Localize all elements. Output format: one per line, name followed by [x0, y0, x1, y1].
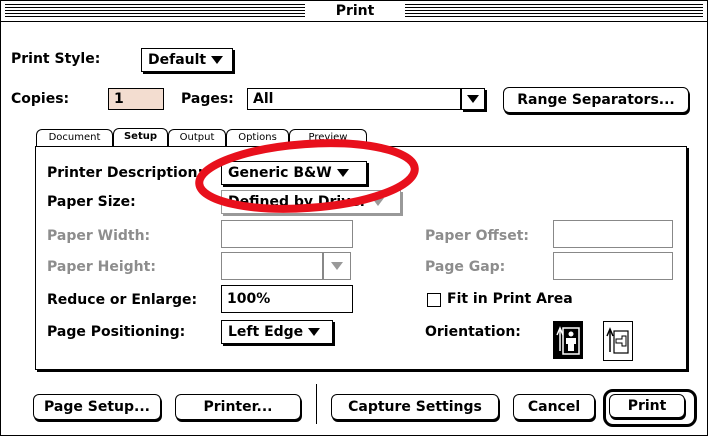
tab-document[interactable]: Document [36, 129, 113, 147]
chevron-down-icon [467, 95, 479, 103]
copies-input[interactable]: 1 [108, 88, 164, 110]
paper-offset-input[interactable] [553, 220, 673, 248]
title-bar-stripes-left [5, 4, 305, 17]
chevron-down-icon [331, 262, 343, 270]
page-setup-button[interactable]: Page Setup... [33, 394, 161, 420]
print-button[interactable]: Print [609, 394, 685, 418]
pages-dropdown-button[interactable] [461, 88, 485, 110]
pages-input[interactable]: All [247, 88, 461, 110]
print-style-popup[interactable]: Default [141, 48, 233, 72]
reduce-enlarge-input[interactable]: 100% [221, 285, 353, 313]
page-positioning-label: Page Positioning: [47, 324, 186, 340]
tab-setup[interactable]: Setup [113, 128, 168, 147]
printer-button[interactable]: Printer... [175, 394, 301, 420]
cancel-button[interactable]: Cancel [513, 394, 595, 420]
reduce-enlarge-label: Reduce or Enlarge: [47, 292, 198, 308]
print-style-label: Print Style: [11, 51, 101, 67]
paper-height-label: Paper Height: [47, 259, 156, 275]
print-style-value: Default [148, 52, 207, 68]
printer-description-label: Printer Description: [47, 165, 204, 181]
copies-label: Copies: [11, 91, 70, 107]
chevron-down-icon [308, 328, 321, 336]
chevron-down-icon [211, 56, 224, 64]
portrait-icon [556, 326, 580, 355]
paper-size-label: Paper Size: [47, 194, 136, 210]
range-separators-button[interactable]: Range Separators... [503, 87, 689, 113]
portrait-orientation-button[interactable] [553, 321, 583, 359]
annotation-ellipse [195, 139, 419, 213]
window-title: Print [311, 1, 399, 21]
paper-width-label: Paper Width: [47, 228, 151, 244]
capture-settings-button[interactable]: Capture Settings [331, 394, 499, 420]
fit-in-print-area-label: Fit in Print Area [447, 291, 573, 307]
page-gap-label: Page Gap: [425, 259, 506, 275]
button-divider [316, 384, 317, 424]
landscape-orientation-button[interactable] [603, 321, 633, 361]
orientation-label: Orientation: [425, 324, 521, 340]
page-positioning-value: Left Edge [228, 324, 304, 340]
paper-height-dropdown-button[interactable] [323, 252, 351, 280]
paper-width-input[interactable] [221, 220, 353, 248]
page-positioning-popup[interactable]: Left Edge [221, 320, 333, 344]
paper-height-input[interactable] [221, 252, 323, 280]
page-gap-input[interactable] [553, 252, 673, 280]
fit-in-print-area-checkbox[interactable] [427, 293, 441, 307]
title-bar[interactable]: Print [1, 1, 707, 22]
pages-label: Pages: [181, 91, 234, 107]
print-dialog: Print Print Style: Default Copies: 1 Pag… [0, 0, 708, 436]
title-bar-stripes-right [405, 4, 703, 17]
landscape-icon [606, 327, 629, 354]
paper-offset-label: Paper Offset: [425, 228, 529, 244]
